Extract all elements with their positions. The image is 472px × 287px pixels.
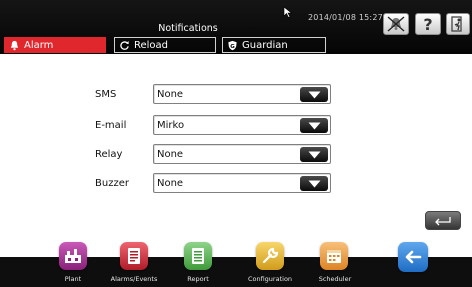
tab-alarm-label: Alarm — [24, 39, 54, 51]
tab-reload[interactable]: Reload — [114, 37, 216, 53]
nav-report-button[interactable] — [184, 242, 212, 270]
relay-select[interactable]: None — [153, 144, 331, 164]
enter-arrow-icon — [435, 216, 451, 225]
nav-plant-label: Plant — [64, 275, 82, 283]
page-title: Notifications — [158, 23, 218, 34]
email-dropdown-button[interactable] — [300, 118, 328, 133]
buzzer-dropdown-button[interactable] — [300, 176, 328, 191]
buzzer-value: None — [157, 178, 184, 189]
guardian-icon: G — [228, 40, 237, 50]
nav-back-button[interactable] — [398, 242, 428, 272]
nav-plant-button[interactable] — [59, 242, 87, 270]
sms-label: SMS — [95, 89, 117, 100]
chevron-down-icon — [308, 151, 320, 158]
help-icon: ? — [423, 15, 432, 33]
plant-icon — [65, 249, 81, 263]
buzzer-label: Buzzer — [95, 178, 129, 189]
nav-alarms-events-button[interactable] — [120, 242, 148, 270]
bell-icon — [10, 40, 19, 50]
relay-value: None — [157, 149, 184, 160]
alarm-bell-button[interactable] — [383, 13, 409, 35]
exit-icon — [451, 16, 462, 32]
nav-configuration-button[interactable] — [256, 242, 284, 270]
help-button[interactable]: ? — [415, 13, 441, 35]
chevron-down-icon — [308, 122, 320, 129]
relay-label: Relay — [95, 149, 123, 160]
alarm-bell-icon — [387, 16, 405, 32]
nav-configuration-label: Configuration — [247, 275, 293, 283]
configuration-icon — [262, 247, 279, 264]
tab-reload-label: Reload — [134, 39, 169, 51]
datetime-display: 2014/01/08 15:27 — [308, 13, 383, 22]
tab-guardian[interactable]: G Guardian — [222, 37, 326, 53]
relay-dropdown-button[interactable] — [300, 147, 328, 162]
nav-alarms-events-label: Alarms/Events — [110, 275, 158, 283]
svg-text:?: ? — [423, 15, 432, 33]
report-icon — [192, 248, 204, 264]
nav-report-label: Report — [187, 275, 209, 283]
buzzer-select[interactable]: None — [153, 173, 331, 193]
chevron-down-icon — [308, 180, 320, 187]
enter-button[interactable] — [425, 211, 461, 230]
alarms-events-icon — [128, 248, 140, 264]
sms-value: None — [157, 89, 184, 100]
scheduler-icon — [327, 250, 341, 263]
reload-icon — [120, 40, 129, 50]
mouse-cursor-icon — [283, 6, 293, 18]
nav-scheduler-button[interactable] — [320, 242, 348, 270]
sms-dropdown-button[interactable] — [300, 87, 328, 102]
email-value: Mirko — [157, 120, 185, 131]
exit-button[interactable] — [446, 13, 470, 35]
tab-alarm[interactable]: Alarm — [4, 37, 106, 53]
back-arrow-icon — [405, 250, 422, 264]
email-select[interactable]: Mirko — [153, 115, 331, 135]
tab-guardian-label: Guardian — [242, 39, 288, 51]
email-label: E-mail — [95, 120, 127, 131]
chevron-down-icon — [308, 91, 320, 98]
nav-scheduler-label: Scheduler — [318, 275, 352, 283]
sms-select[interactable]: None — [153, 84, 331, 104]
svg-text:G: G — [230, 43, 235, 49]
